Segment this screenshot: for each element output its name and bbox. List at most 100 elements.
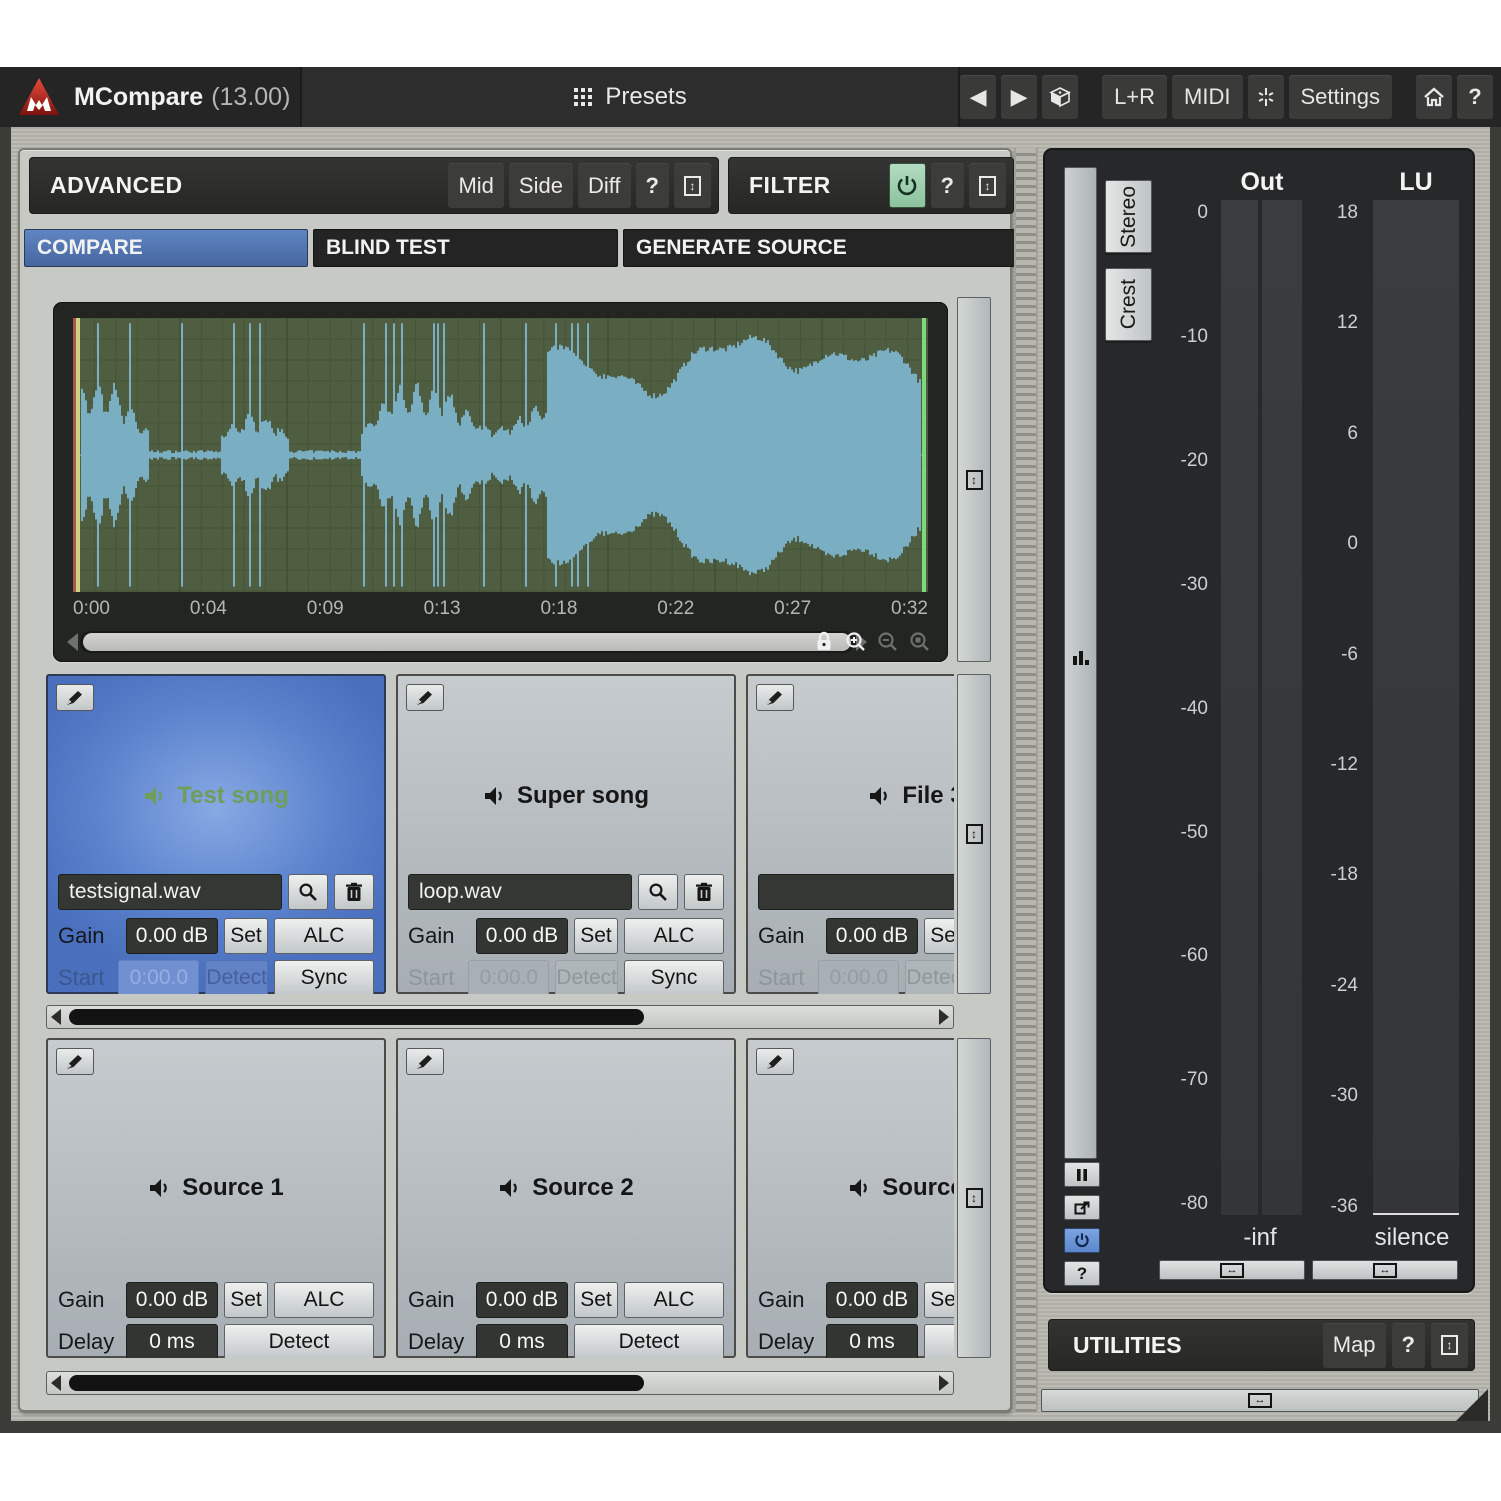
gain-value[interactable]: 0.00 dB bbox=[126, 918, 218, 954]
file-row-scroll-thumb[interactable] bbox=[69, 1009, 644, 1025]
alc-button[interactable]: ALC bbox=[624, 1282, 724, 1318]
filter-power-button[interactable] bbox=[889, 163, 926, 208]
gain-value[interactable]: 0.00 dB bbox=[826, 1282, 918, 1318]
lock-icon[interactable] bbox=[812, 630, 836, 654]
map-button[interactable]: Map bbox=[1323, 1323, 1386, 1368]
input-row-scrollbar[interactable] bbox=[46, 1371, 954, 1395]
gain-value[interactable]: 0.00 dB bbox=[126, 1282, 218, 1318]
file-row-height-slider[interactable]: ↕ bbox=[957, 674, 991, 994]
waveform-scroll-track[interactable] bbox=[80, 631, 854, 653]
detect-start-button[interactable]: Detect bbox=[205, 960, 268, 994]
mid-button[interactable]: Mid bbox=[448, 163, 503, 208]
stereo-mode-button[interactable]: Stereo bbox=[1105, 180, 1152, 253]
detect-delay-button[interactable]: Detect bbox=[924, 1324, 954, 1358]
gain-value[interactable]: 0.00 dB bbox=[476, 1282, 568, 1318]
sync-button[interactable]: Sync bbox=[624, 960, 724, 994]
alc-button[interactable]: ALC bbox=[274, 918, 374, 954]
meter-help-button[interactable]: ? bbox=[1064, 1261, 1100, 1286]
delay-value[interactable]: 0 ms bbox=[126, 1324, 218, 1358]
start-value[interactable]: 0:00.0 bbox=[468, 960, 549, 994]
detect-start-button[interactable]: Detect bbox=[905, 960, 954, 994]
set-gain-button[interactable]: Set bbox=[924, 918, 954, 954]
start-value[interactable]: 0:00.0 bbox=[818, 960, 899, 994]
lr-channels-button[interactable]: L+R bbox=[1102, 75, 1167, 119]
browse-file-button[interactable] bbox=[288, 874, 328, 910]
alc-button[interactable]: ALC bbox=[274, 1282, 374, 1318]
previous-preset-button[interactable]: ◀ bbox=[960, 75, 996, 119]
rename-button[interactable] bbox=[756, 1048, 794, 1075]
set-gain-button[interactable]: Set bbox=[224, 918, 268, 954]
input-source-panel[interactable]: Source 1Gain0.00 dBSetALCDelay0 msDetect bbox=[46, 1038, 386, 1358]
waveform-scrollbar[interactable] bbox=[67, 630, 867, 654]
scroll-left-arrow-icon[interactable] bbox=[51, 1375, 61, 1391]
set-gain-button[interactable]: Set bbox=[574, 1282, 618, 1318]
advanced-help-button[interactable]: ? bbox=[636, 163, 669, 208]
rename-button[interactable] bbox=[406, 684, 444, 711]
filter-collapse-button[interactable]: ↕ bbox=[969, 163, 1006, 208]
start-value[interactable]: 0:00.0 bbox=[118, 960, 199, 994]
tab-compare[interactable]: COMPARE bbox=[24, 229, 308, 267]
pause-meter-button[interactable] bbox=[1064, 1162, 1100, 1187]
utilities-help-button[interactable]: ? bbox=[1392, 1323, 1425, 1368]
alc-button[interactable]: ALC bbox=[624, 918, 724, 954]
file-source-panel[interactable]: Super songloop.wavGain0.00 dBSetALCStart… bbox=[396, 674, 736, 994]
tab-blind-test[interactable]: BLIND TEST bbox=[313, 229, 618, 267]
next-preset-button[interactable]: ▶ bbox=[1001, 75, 1037, 119]
scroll-left-arrow-icon[interactable] bbox=[67, 633, 78, 651]
waveform-plot[interactable] bbox=[73, 318, 928, 592]
rename-button[interactable] bbox=[406, 1048, 444, 1075]
rename-button[interactable] bbox=[56, 1048, 94, 1075]
zoom-fit-icon[interactable] bbox=[908, 630, 932, 654]
crest-mode-button[interactable]: Crest bbox=[1105, 268, 1152, 341]
sync-button[interactable]: Sync bbox=[274, 960, 374, 994]
diff-button[interactable]: Diff bbox=[578, 163, 631, 208]
input-source-panel[interactable]: Source 2Gain0.00 dBSetALCDelay0 msDetect bbox=[396, 1038, 736, 1358]
set-gain-button[interactable]: Set bbox=[924, 1282, 954, 1318]
rename-button[interactable] bbox=[56, 684, 94, 711]
meter-panel-width-button[interactable]: ↔ bbox=[1041, 1389, 1479, 1412]
zoom-out-icon[interactable] bbox=[876, 630, 900, 654]
home-button[interactable] bbox=[1416, 75, 1452, 119]
sparkle-button[interactable] bbox=[1248, 75, 1284, 119]
set-gain-button[interactable]: Set bbox=[574, 918, 618, 954]
out-meter-width-button[interactable]: ↔ bbox=[1159, 1260, 1305, 1280]
delete-file-button[interactable] bbox=[684, 874, 724, 910]
random-preset-button[interactable] bbox=[1042, 75, 1078, 119]
utilities-collapse-button[interactable]: ↕ bbox=[1431, 1323, 1468, 1368]
gain-value[interactable]: 0.00 dB bbox=[826, 918, 918, 954]
meter-power-button[interactable] bbox=[1064, 1228, 1100, 1253]
popout-meter-button[interactable] bbox=[1064, 1195, 1100, 1220]
file-name-field[interactable]: testsignal.wav bbox=[58, 874, 282, 910]
input-source-panel[interactable]: Source 3Gain0.00 dBSetALCDelay0 msDetect bbox=[746, 1038, 954, 1358]
browse-file-button[interactable] bbox=[638, 874, 678, 910]
detect-delay-button[interactable]: Detect bbox=[574, 1324, 724, 1358]
delay-value[interactable]: 0 ms bbox=[476, 1324, 568, 1358]
gain-value[interactable]: 0.00 dB bbox=[476, 918, 568, 954]
scroll-left-arrow-icon[interactable] bbox=[51, 1009, 61, 1025]
file-row-scrollbar[interactable] bbox=[46, 1005, 954, 1029]
file-source-panel[interactable]: Test songtestsignal.wavGain0.00 dBSetALC… bbox=[46, 674, 386, 994]
file-name-field[interactable]: loop.wav bbox=[408, 874, 632, 910]
waveform-display[interactable]: 0:000:040:090:130:180:220:270:32 bbox=[53, 302, 948, 662]
waveform-zoom-slider[interactable]: ↕ bbox=[957, 297, 991, 662]
settings-button[interactable]: Settings bbox=[1289, 75, 1393, 119]
input-row-scroll-thumb[interactable] bbox=[69, 1375, 644, 1391]
histogram-icon[interactable] bbox=[1071, 648, 1091, 668]
file-source-panel[interactable]: File 3Gain0.00 dBSetALCStart0:00.0Detect… bbox=[746, 674, 954, 994]
scroll-right-arrow-icon[interactable] bbox=[939, 1009, 949, 1025]
scroll-right-arrow-icon[interactable] bbox=[939, 1375, 949, 1391]
lu-meter-width-button[interactable]: ↔ bbox=[1312, 1260, 1458, 1280]
midi-button[interactable]: MIDI bbox=[1172, 75, 1242, 119]
delay-value[interactable]: 0 ms bbox=[826, 1324, 918, 1358]
advanced-collapse-button[interactable]: ↕ bbox=[674, 163, 711, 208]
delete-file-button[interactable] bbox=[334, 874, 374, 910]
tab-generate-source[interactable]: GENERATE SOURCE bbox=[623, 229, 1016, 267]
file-name-field[interactable] bbox=[758, 874, 954, 910]
presets-button[interactable]: Presets bbox=[300, 67, 960, 127]
rename-button[interactable] bbox=[756, 684, 794, 711]
waveform-scroll-thumb[interactable] bbox=[83, 633, 851, 651]
zoom-in-icon[interactable] bbox=[844, 630, 868, 654]
detect-delay-button[interactable]: Detect bbox=[224, 1324, 374, 1358]
detect-start-button[interactable]: Detect bbox=[555, 960, 618, 994]
set-gain-button[interactable]: Set bbox=[224, 1282, 268, 1318]
